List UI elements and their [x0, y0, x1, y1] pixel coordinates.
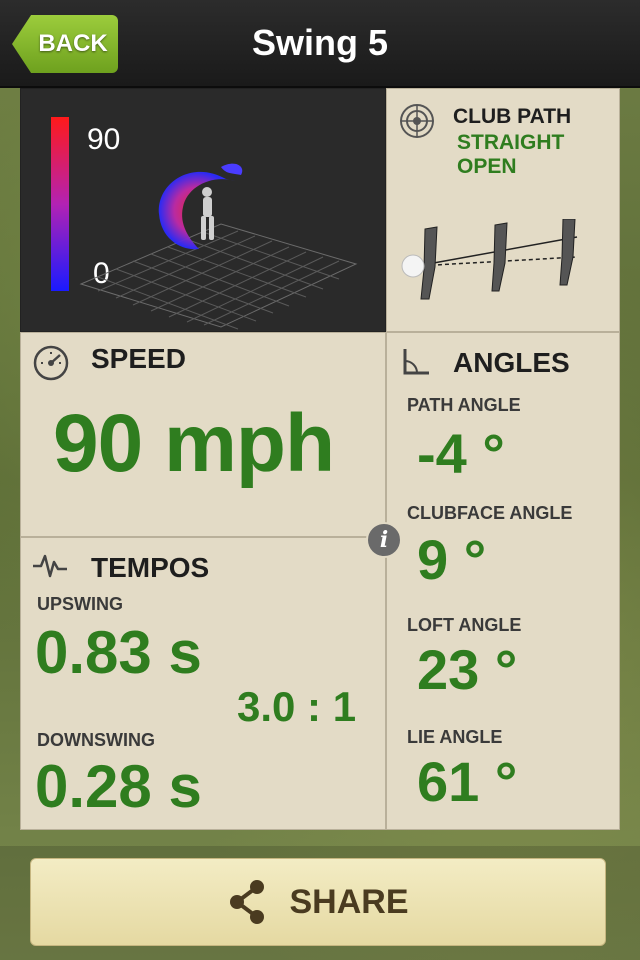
- swing-visualization[interactable]: 90 0: [20, 88, 386, 332]
- club-path-line2: OPEN: [457, 155, 517, 178]
- radar-icon: [400, 104, 434, 138]
- angle-icon: [403, 349, 429, 375]
- club-path-line1: STRAIGHT: [457, 131, 565, 154]
- speed-title: SPEED: [91, 343, 186, 374]
- club-path-diagram: [401, 219, 578, 300]
- tempo-ratio: 3.0 : 1: [237, 683, 357, 730]
- speed-panel[interactable]: SPEED 90 mph: [20, 332, 386, 537]
- nav-bar: BACK Swing 5: [0, 0, 640, 88]
- angles-panel[interactable]: ANGLES PATH ANGLE -4 ° CLUBFACE ANGLE 9 …: [386, 332, 620, 830]
- stats-grid: 90 0 CLUB PATH STRAIGHT OPEN SPEED 90 mp…: [20, 88, 620, 830]
- downswing-label: DOWNSWING: [37, 730, 155, 750]
- lie-angle-label: LIE ANGLE: [407, 727, 503, 747]
- share-label: SHARE: [289, 882, 409, 921]
- speedometer-icon: [33, 345, 69, 381]
- swing-3d-render: [79, 163, 358, 330]
- clubface-angle-value: 9 °: [417, 528, 487, 591]
- info-icon[interactable]: i: [366, 522, 402, 558]
- page-title: Swing 5: [251, 22, 389, 63]
- angles-title: ANGLES: [453, 347, 570, 378]
- downswing-value: 0.28 s: [35, 753, 202, 820]
- loft-angle-label: LOFT ANGLE: [407, 615, 522, 635]
- loft-angle-value: 23 °: [417, 638, 518, 701]
- speed-value: 90 mph: [53, 398, 335, 489]
- path-angle-label: PATH ANGLE: [407, 395, 521, 415]
- waveform-icon: [33, 554, 67, 578]
- upswing-label: UPSWING: [37, 594, 124, 614]
- tempos-panel[interactable]: TEMPOS UPSWING 0.83 s 3.0 : 1 DOWNSWING …: [20, 537, 386, 830]
- lie-angle-value: 61 °: [417, 750, 518, 813]
- upswing-value: 0.83 s: [35, 619, 202, 686]
- club-path-title: CLUB PATH: [453, 105, 572, 128]
- path-angle-value: -4 °: [417, 422, 505, 485]
- clubface-angle-label: CLUBFACE ANGLE: [407, 503, 573, 523]
- share-icon: [230, 880, 265, 924]
- share-button[interactable]: SHARE: [30, 858, 606, 946]
- tempos-title: TEMPOS: [91, 552, 210, 583]
- club-path-panel[interactable]: CLUB PATH STRAIGHT OPEN: [386, 88, 620, 332]
